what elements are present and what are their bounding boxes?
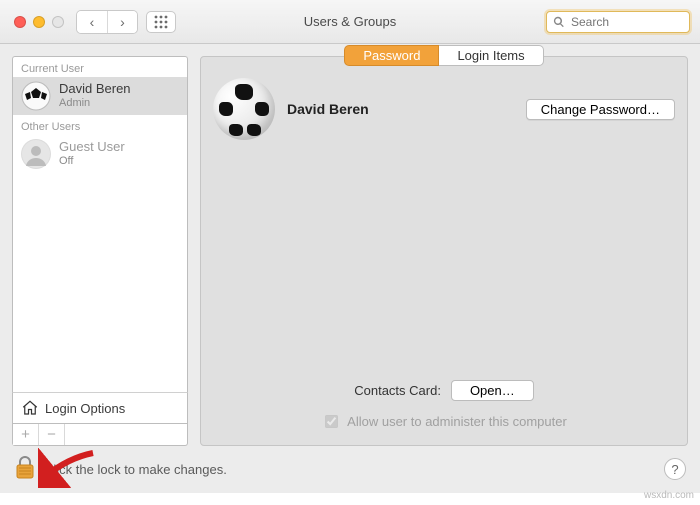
soccer-ball-icon — [21, 81, 51, 111]
admin-checkbox-row: Allow user to administer this computer — [201, 412, 687, 431]
avatar — [21, 81, 51, 111]
profile-row: David Beren Change Password… — [213, 78, 675, 140]
footer: Click the lock to make changes. ? — [0, 446, 700, 493]
change-password-button[interactable]: Change Password… — [526, 99, 675, 120]
tab-password[interactable]: Password — [344, 45, 439, 66]
lock-text: Click the lock to make changes. — [44, 462, 227, 477]
watermark: wsxdn.com — [644, 490, 694, 501]
profile-name: David Beren — [287, 101, 369, 117]
search-input[interactable] — [569, 14, 683, 30]
detail-panel: Password Login Items David Beren Change … — [200, 56, 688, 446]
current-user-label: Current User — [13, 57, 187, 77]
lock-button[interactable] — [14, 455, 36, 484]
login-options-label: Login Options — [45, 401, 125, 416]
user-name: David Beren — [59, 82, 131, 97]
profile-avatar[interactable] — [213, 78, 275, 140]
close-window-button[interactable] — [14, 16, 26, 28]
show-all-button[interactable] — [146, 11, 176, 33]
lock-icon — [14, 455, 36, 481]
user-role: Off — [59, 155, 125, 168]
contacts-label: Contacts Card: — [354, 383, 441, 398]
admin-checkbox-label: Allow user to administer this computer — [347, 414, 567, 429]
tabs: Password Login Items — [213, 45, 675, 66]
add-user-button: + — [13, 424, 39, 445]
search-field[interactable] — [546, 11, 690, 33]
grid-icon — [154, 15, 168, 29]
minimize-window-button[interactable] — [33, 16, 45, 28]
sidebar-user-current[interactable]: David Beren Admin — [13, 77, 187, 115]
admin-checkbox — [325, 415, 338, 428]
help-button[interactable]: ? — [664, 458, 686, 480]
person-icon — [21, 139, 51, 169]
contacts-row: Contacts Card: Open… — [201, 380, 687, 401]
user-name: Guest User — [59, 140, 125, 155]
back-button[interactable]: ‹ — [77, 11, 107, 33]
avatar — [21, 139, 51, 169]
open-contacts-button[interactable]: Open… — [451, 380, 534, 401]
content: Current User David Beren Admin Other Use… — [0, 44, 700, 446]
add-remove-row: + − — [12, 424, 188, 446]
tab-login-items[interactable]: Login Items — [439, 45, 543, 66]
maximize-window-button — [52, 16, 64, 28]
remove-user-button: − — [39, 424, 65, 445]
house-icon — [21, 399, 39, 417]
nav-buttons: ‹ › — [76, 10, 138, 34]
user-list: Current User David Beren Admin Other Use… — [12, 56, 188, 392]
window-controls — [14, 16, 64, 28]
sidebar: Current User David Beren Admin Other Use… — [12, 56, 188, 446]
search-icon — [553, 16, 565, 28]
forward-button: › — [107, 11, 137, 33]
other-users-label: Other Users — [13, 115, 187, 135]
user-role: Admin — [59, 97, 131, 110]
login-options-button[interactable]: Login Options — [12, 392, 188, 424]
sidebar-user-guest[interactable]: Guest User Off — [13, 135, 187, 173]
titlebar: ‹ › Users & Groups — [0, 0, 700, 44]
